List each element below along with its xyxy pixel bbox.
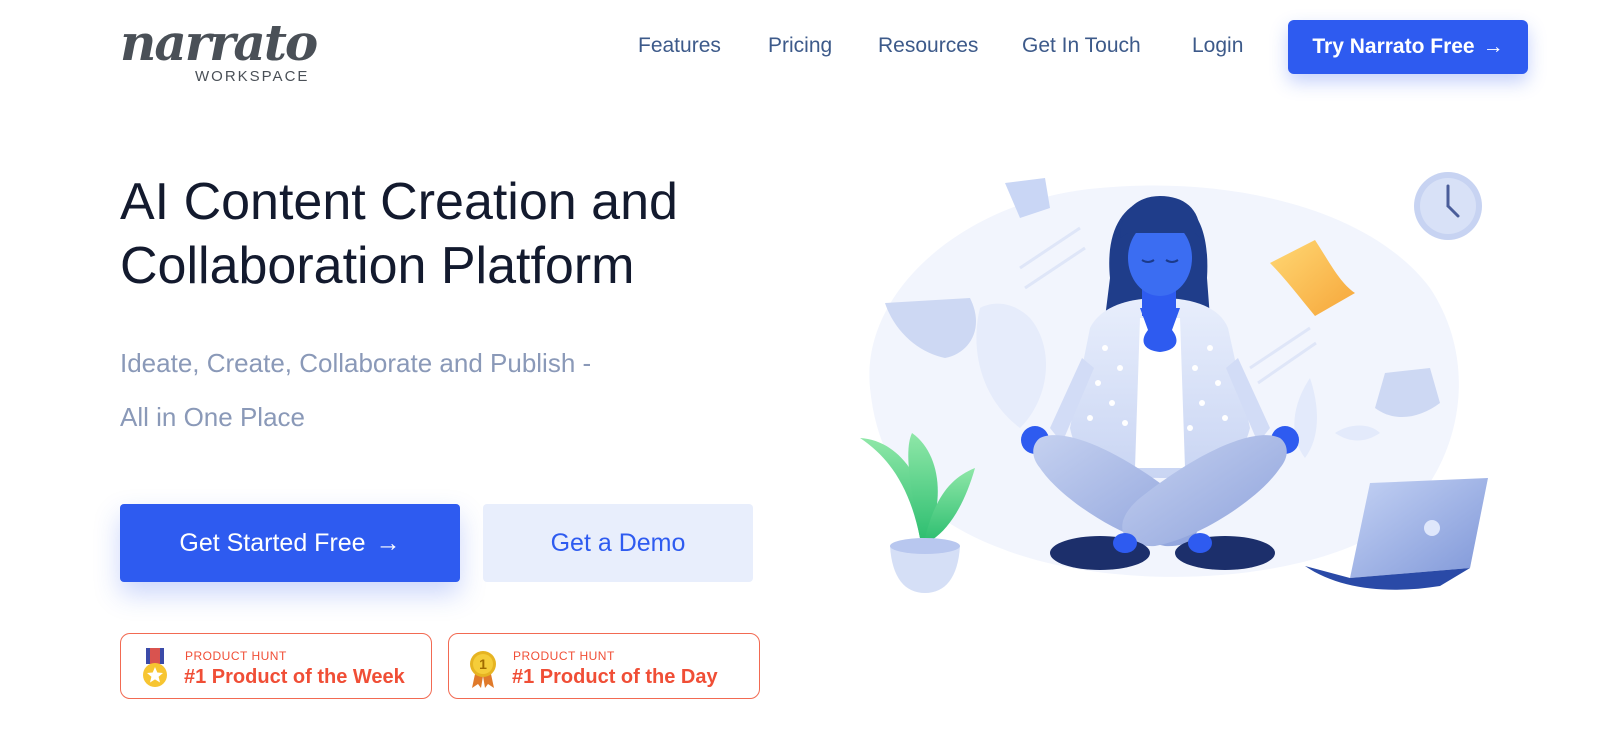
badge-title: #1 Product of the Day [512, 666, 718, 688]
medal-number: 1 [479, 656, 487, 672]
nav-features[interactable]: Features [638, 34, 721, 58]
get-started-free-label: Get Started Free [179, 528, 366, 557]
narrato-logo[interactable]: narrato WORKSPACE [120, 8, 320, 90]
badge-kicker: PRODUCT HUNT [513, 649, 615, 663]
meditating-woman-illustration [860, 172, 1488, 593]
get-a-demo-label: Get a Demo [550, 528, 686, 557]
try-narrato-free-button[interactable]: Try Narrato Free → [1288, 20, 1528, 74]
hero-subtitle-line-1: Ideate, Create, Collaborate and Publish … [120, 348, 592, 378]
hero-title-line-1: AI Content Creation and [120, 173, 678, 231]
product-hunt-day-badge[interactable]: 1 PRODUCT HUNT #1 Product of the Day [448, 633, 760, 699]
medal-star-icon [143, 648, 167, 687]
hero-title: AI Content Creation and Collaboration Pl… [120, 170, 740, 298]
arrow-right-icon: → [375, 528, 401, 557]
get-a-demo-button[interactable]: Get a Demo [483, 504, 753, 582]
nav-pricing[interactable]: Pricing [768, 34, 832, 58]
try-narrato-free-label: Try Narrato Free [1312, 35, 1475, 58]
hero-subtitle-line-2: All in One Place [120, 402, 305, 432]
nav-login[interactable]: Login [1192, 34, 1243, 58]
nav-get-in-touch[interactable]: Get In Touch [1022, 34, 1141, 58]
clock-icon [1414, 172, 1482, 240]
get-started-free-button[interactable]: Get Started Free → [120, 504, 460, 582]
medal-number-one-icon: 1 [470, 651, 496, 688]
arrow-right-icon: → [1482, 35, 1504, 58]
badge-kicker: PRODUCT HUNT [185, 649, 287, 663]
logo-subtitle: WORKSPACE [195, 68, 310, 85]
nav-resources[interactable]: Resources [878, 34, 978, 58]
hero-title-line-2: Collaboration Platform [120, 237, 635, 295]
badge-title: #1 Product of the Week [184, 666, 405, 688]
product-hunt-week-badge[interactable]: PRODUCT HUNT #1 Product of the Week [120, 633, 432, 699]
hero-subtitle: Ideate, Create, Collaborate and Publish … [120, 336, 680, 444]
